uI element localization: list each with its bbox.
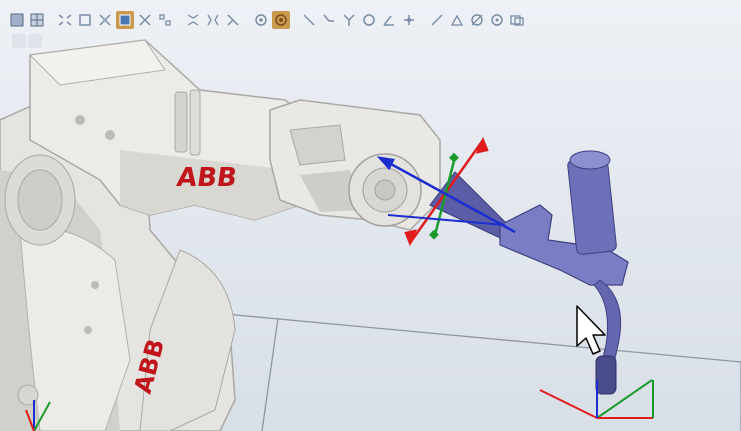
welding-torch-tool[interactable] [429, 150, 629, 395]
frame-angle-icon[interactable] [380, 11, 398, 29]
snap-end-icon[interactable] [252, 11, 270, 29]
secondary-toolbar [12, 34, 48, 50]
frame-y-icon[interactable] [340, 11, 358, 29]
brand-logo-upper: ABB [175, 163, 239, 193]
frame-polyline-icon[interactable] [320, 11, 338, 29]
snap-center-icon[interactable] [204, 11, 222, 29]
graphics-toolbar [8, 9, 526, 31]
freehand-jog-icon[interactable] [468, 11, 486, 29]
freehand-move-icon[interactable] [428, 11, 446, 29]
floor-line-far [224, 313, 741, 363]
snap-edge-icon[interactable] [224, 11, 242, 29]
frame-circle-icon[interactable] [360, 11, 378, 29]
selection-level-mechanism-icon[interactable] [136, 11, 154, 29]
selection-level-curve-icon[interactable] [56, 11, 74, 29]
robot-forearm[interactable] [269, 99, 441, 231]
selection-level-part-icon[interactable] [116, 11, 134, 29]
frame-line-icon[interactable] [300, 11, 318, 29]
3d-viewport[interactable]: ABB ABB [0, 0, 741, 431]
freehand-linear-icon[interactable] [508, 11, 526, 29]
freehand-reorient-icon[interactable] [488, 11, 506, 29]
measure-point-to-point-icon[interactable] [272, 11, 290, 29]
select-all-icon[interactable] [8, 11, 26, 29]
snap-object-icon[interactable] [184, 11, 202, 29]
selection-level-body-icon[interactable] [96, 11, 114, 29]
selection-level-surface-icon[interactable] [76, 11, 94, 29]
floor-grid [224, 313, 741, 431]
selection-level-group-icon[interactable] [156, 11, 174, 29]
frame-arc-icon[interactable] [400, 11, 418, 29]
snap-grid-icon[interactable] [28, 11, 46, 29]
floor-line-left [261, 317, 279, 431]
work-object-frame[interactable] [539, 379, 654, 419]
robot-scene[interactable]: ABB ABB [0, 0, 741, 431]
freehand-rotate-icon[interactable] [448, 11, 466, 29]
stop-icon[interactable] [28, 34, 42, 48]
play-icon[interactable] [12, 34, 26, 48]
